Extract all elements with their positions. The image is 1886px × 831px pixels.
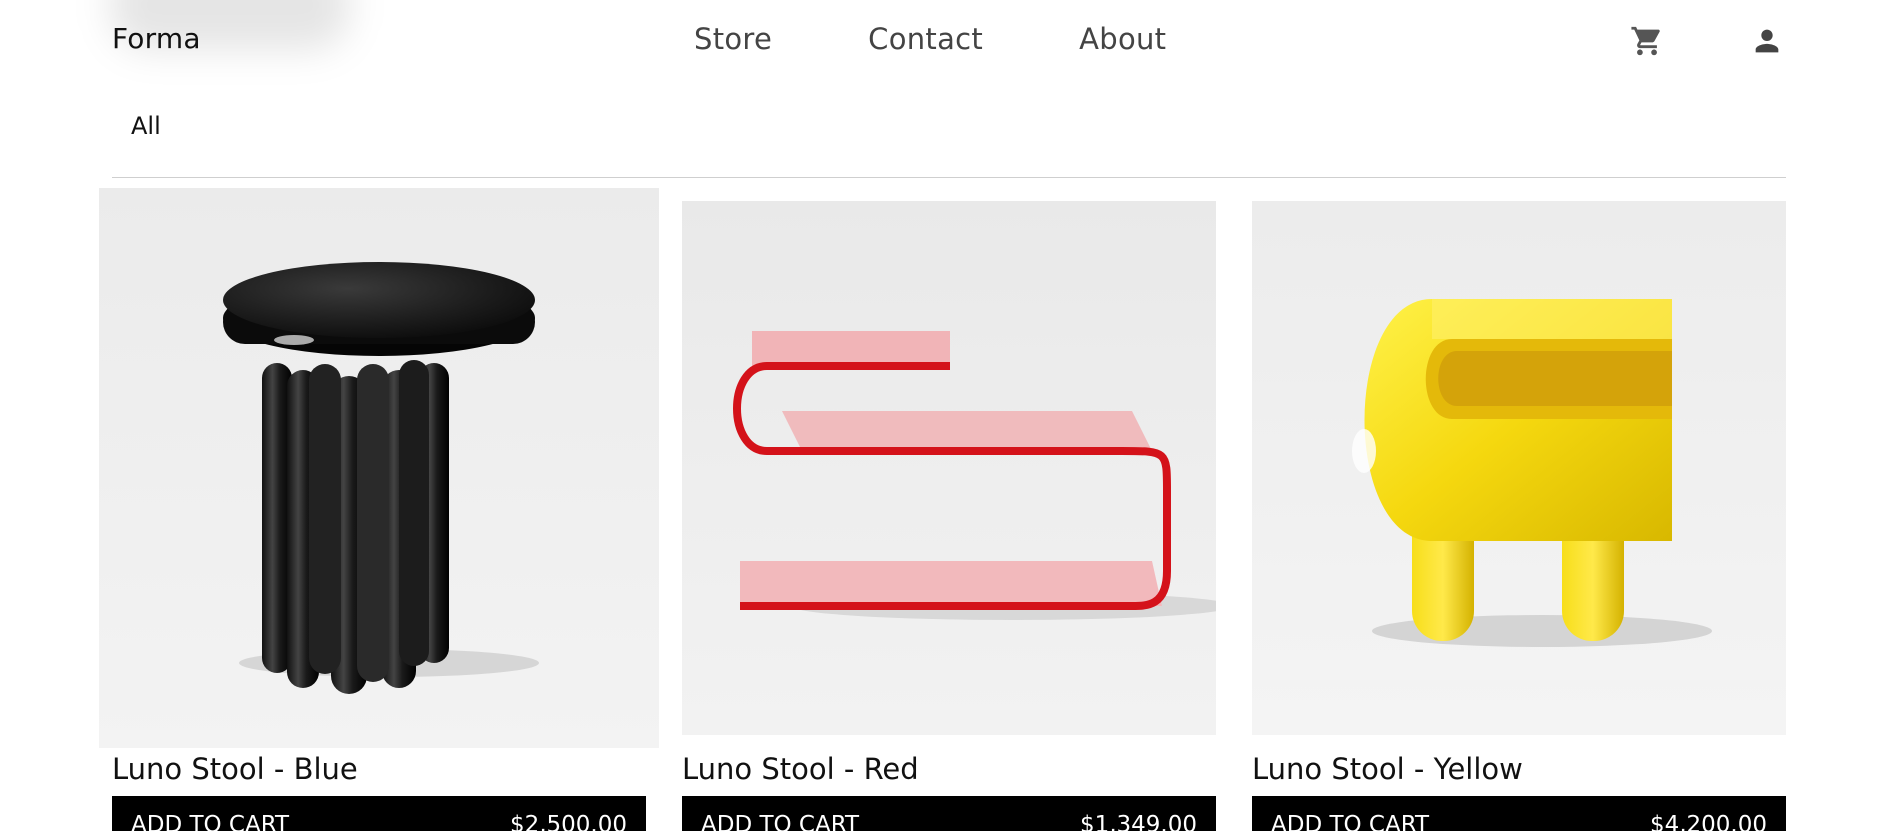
add-to-cart-label: ADD TO CART xyxy=(1271,812,1430,831)
product-title[interactable]: Luno Stool - Blue xyxy=(112,752,358,786)
add-to-cart-label: ADD TO CART xyxy=(131,812,290,831)
product-title[interactable]: Luno Stool - Yellow xyxy=(1252,752,1523,786)
product-image-yellow-chair[interactable] xyxy=(1252,201,1786,735)
product-image-red-bench[interactable] xyxy=(682,201,1216,735)
brand-logo[interactable]: Forma xyxy=(112,22,201,55)
user-account-icon[interactable] xyxy=(1750,24,1784,58)
product-price: $2,500.00 xyxy=(509,812,627,831)
filter-all[interactable]: All xyxy=(131,112,161,140)
nav-store[interactable]: Store xyxy=(694,22,772,56)
add-to-cart-label: ADD TO CART xyxy=(701,812,860,831)
product-image-black-stool[interactable] xyxy=(99,188,659,748)
add-to-cart-button[interactable]: ADD TO CART $4,200.00 xyxy=(1252,796,1786,831)
add-to-cart-button[interactable]: ADD TO CART $2,500.00 xyxy=(112,796,646,831)
product-title[interactable]: Luno Stool - Red xyxy=(682,752,919,786)
product-price: $4,200.00 xyxy=(1649,812,1767,831)
add-to-cart-button[interactable]: ADD TO CART $1,349.00 xyxy=(682,796,1216,831)
main-nav: Store Contact About xyxy=(694,22,1166,56)
filter-bar: All xyxy=(112,86,1786,178)
nav-about[interactable]: About xyxy=(1079,22,1166,56)
shopping-cart-icon[interactable] xyxy=(1630,24,1664,58)
nav-contact[interactable]: Contact xyxy=(868,22,983,56)
product-price: $1,349.00 xyxy=(1079,812,1197,831)
site-header: Forma Store Contact About xyxy=(0,0,1886,86)
